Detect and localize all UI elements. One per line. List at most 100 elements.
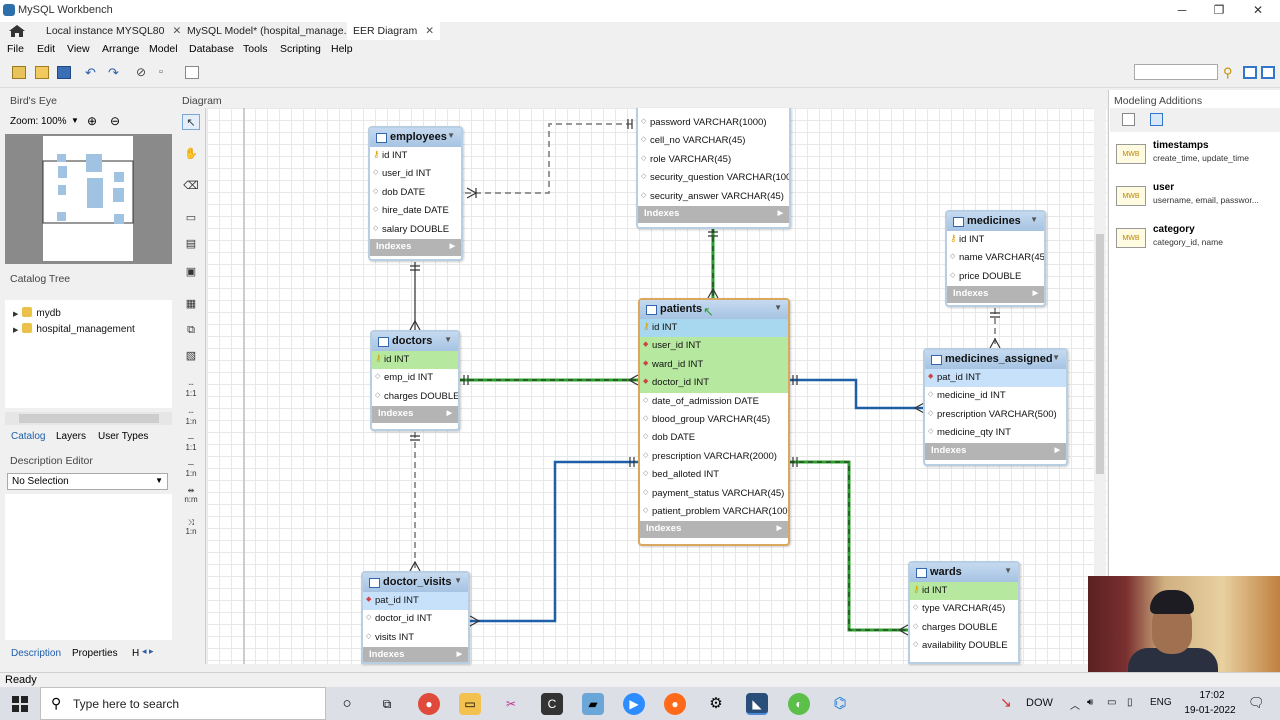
column-row[interactable]: user_id INT — [640, 337, 788, 356]
modeling-addition-user[interactable]: MWB user username, email, passwor... — [1116, 182, 1276, 218]
table-title[interactable]: medicines ▼ — [947, 212, 1044, 231]
column-row[interactable]: ward_id INT — [640, 355, 788, 375]
indexes-section[interactable]: Indexes — [370, 238, 461, 256]
column-row[interactable]: date_of_admission DATE — [640, 393, 788, 411]
language-indicator[interactable]: ENG — [1150, 697, 1172, 708]
table-medicines-assigned[interactable]: medicines_assigned▼ pat_id INT medicine_… — [923, 348, 1068, 466]
tray-chevron-icon[interactable]: ︿ — [1070, 697, 1080, 712]
rel-patients-doctor-visits — [470, 460, 638, 623]
indexes-section[interactable]: Indexes — [363, 647, 468, 662]
table-users[interactable]: password VARCHAR(1000) cell_no VARCHAR(4… — [636, 108, 791, 229]
column-row[interactable]: dob DATE — [370, 184, 461, 202]
mysql-workbench-taskbar-icon[interactable]: ◣ — [746, 693, 768, 715]
column-row[interactable]: dob DATE — [640, 429, 788, 447]
modeling-addition-timestamps[interactable]: MWB timestamps create_time, update_time — [1116, 140, 1276, 176]
table-title[interactable]: employees ▼ — [370, 128, 461, 147]
clock-date[interactable]: 19-01-2022 — [1180, 705, 1240, 716]
column-row[interactable]: payment_status VARCHAR(45) — [640, 485, 788, 503]
indexes-section[interactable]: Indexes — [947, 286, 1044, 304]
modeling-addition-category[interactable]: MWB category category_id, name — [1116, 224, 1276, 260]
table-wards[interactable]: wards▼ id INT type VARCHAR(45) charges D… — [908, 561, 1020, 664]
network-icon[interactable]: ▭ — [1107, 697, 1116, 708]
column-row[interactable]: pat_id INT — [363, 592, 468, 611]
app-green-icon[interactable]: ◐ — [788, 693, 810, 715]
table-medicines[interactable]: medicines▼ id INT name VARCHAR(45) price… — [945, 210, 1046, 307]
column-row[interactable]: medicine_qty INT — [925, 424, 1066, 442]
windows-start-icon[interactable] — [12, 696, 28, 712]
column-row[interactable]: salary DOUBLE — [370, 221, 461, 239]
column-row[interactable]: doctor_id INT — [363, 610, 468, 628]
column-row[interactable]: bed_alloted INT — [640, 466, 788, 484]
search-icon: ⚲ — [51, 695, 62, 711]
column-row[interactable]: type VARCHAR(45) — [910, 600, 1018, 618]
column-row[interactable]: security_question VARCHAR(100) — [638, 169, 789, 187]
app-c-icon[interactable]: C — [541, 693, 563, 715]
settings-gear-icon[interactable]: ⚙ — [705, 693, 727, 715]
file-explorer-icon[interactable]: ▭ — [459, 693, 481, 715]
column-row[interactable]: id INT — [370, 147, 461, 165]
column-row[interactable]: id INT — [372, 351, 458, 370]
column-row[interactable]: emp_id INT — [372, 369, 458, 387]
column-row[interactable]: blood_group VARCHAR(45) — [640, 411, 788, 429]
indexes-section[interactable]: Indexes — [925, 442, 1066, 460]
column-row[interactable]: charges DOUBLE — [910, 619, 1018, 637]
firefox-icon[interactable]: ● — [664, 693, 686, 715]
status-bar: Ready — [0, 672, 1280, 687]
add-snippet-icon[interactable] — [1122, 113, 1135, 126]
windows-taskbar: ⚲ Type here to search ○ ⧉ ● ▭ ✂ C ▰ ▶ ● … — [0, 687, 1280, 720]
indexes-section[interactable]: Indexes — [638, 205, 789, 223]
column-row[interactable]: doctor_id INT — [640, 374, 788, 393]
zoom-app-icon[interactable]: ▶ — [623, 693, 645, 715]
modeling-additions-header: Modeling Additions — [1114, 95, 1203, 107]
column-row[interactable]: name VARCHAR(45) — [947, 249, 1044, 267]
column-row[interactable]: visits INT — [363, 629, 468, 647]
snipping-tool-icon[interactable]: ✂ — [500, 693, 522, 715]
notification-icon[interactable]: 🗨︎ — [1248, 695, 1265, 711]
taskbar-search-input[interactable]: ⚲ Type here to search — [40, 687, 326, 720]
vscode-icon[interactable]: ⌬ — [829, 693, 851, 715]
column-row[interactable]: password VARCHAR(1000) — [638, 114, 789, 132]
snippet-folder-icon[interactable] — [1150, 113, 1163, 126]
table-title[interactable]: doctors ▼ — [372, 332, 458, 351]
table-doctor-visits[interactable]: doctor_visits▼ pat_id INT doctor_id INT … — [361, 571, 470, 664]
table-title[interactable]: medicines_assigned ▼ — [925, 350, 1066, 369]
column-row[interactable]: medicine_id INT — [925, 387, 1066, 405]
chrome-icon[interactable]: ● — [418, 693, 440, 715]
column-row[interactable]: pat_id INT — [925, 369, 1066, 388]
battery-icon[interactable]: ▯ — [1127, 697, 1133, 708]
cortana-icon[interactable]: ○ — [336, 693, 358, 715]
column-row[interactable]: user_id INT — [370, 165, 461, 183]
column-row[interactable]: prescription VARCHAR(500) — [925, 406, 1066, 424]
column-row[interactable]: prescription VARCHAR(2000) — [640, 448, 788, 466]
column-row[interactable]: hire_date DATE — [370, 202, 461, 220]
app-window-icon[interactable]: ▰ — [582, 693, 604, 715]
column-row[interactable]: availability DOUBLE — [910, 637, 1018, 655]
column-row[interactable]: charges DOUBLE — [372, 388, 458, 406]
indexes-section[interactable]: Indexes — [640, 521, 788, 539]
stock-chart-icon[interactable]: ↘ — [1000, 694, 1012, 711]
mwb-icon: MWB — [1116, 228, 1146, 248]
column-row[interactable]: cell_no VARCHAR(45) — [638, 132, 789, 150]
weather-text[interactable]: DOW — [1026, 697, 1053, 709]
table-title[interactable]: patients ▼ — [640, 300, 788, 319]
task-view-icon[interactable]: ⧉ — [376, 693, 398, 715]
table-patients[interactable]: patients▼ id INT user_id INT ward_id INT… — [638, 298, 790, 546]
table-title[interactable]: doctor_visits ▼ — [363, 573, 468, 592]
webcam-overlay — [1088, 576, 1280, 681]
column-row[interactable]: patient_problem VARCHAR(100) — [640, 503, 788, 521]
column-row[interactable]: role VARCHAR(45) — [638, 151, 789, 169]
table-title[interactable]: wards ▼ — [910, 563, 1018, 582]
column-row[interactable]: id INT — [640, 319, 788, 338]
table-doctors[interactable]: doctors▼ id INT emp_id INT charges DOUBL… — [370, 330, 460, 431]
modeling-additions-toolbar — [1110, 108, 1280, 132]
column-row[interactable]: id INT — [947, 231, 1044, 249]
column-row[interactable]: id INT — [910, 582, 1018, 601]
clock-time[interactable]: 17:02 — [1188, 690, 1236, 701]
mwb-icon: MWB — [1116, 186, 1146, 206]
table-employees[interactable]: employees▼ id INT user_id INT dob DATE h… — [368, 126, 463, 261]
indexes-section[interactable]: Indexes — [372, 406, 458, 424]
column-row[interactable]: price DOUBLE — [947, 268, 1044, 286]
scroll-thumb[interactable] — [1096, 234, 1104, 474]
column-row[interactable]: security_answer VARCHAR(45) — [638, 188, 789, 206]
speaker-icon[interactable]: 🔊︎ — [1087, 697, 1093, 708]
